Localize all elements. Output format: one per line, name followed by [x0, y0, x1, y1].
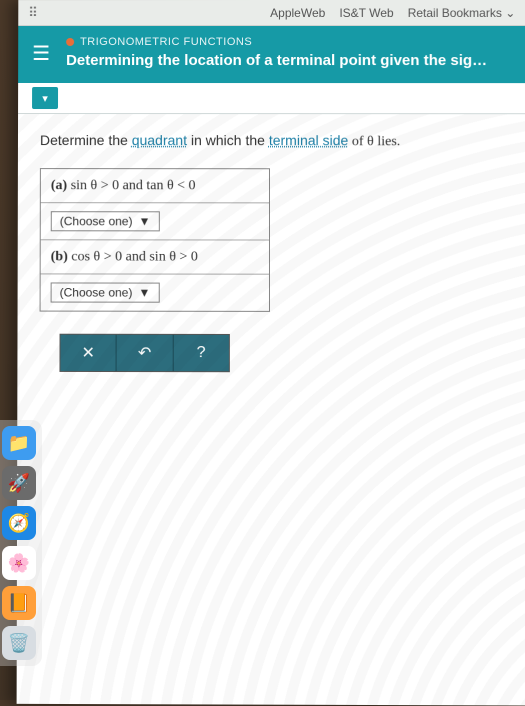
lesson-banner: ☰ TRIGONOMETRIC FUNCTIONS Determining th…: [18, 26, 525, 83]
part-b-expression: cos θ > 0 and sin θ > 0: [71, 249, 198, 264]
prompt-text: in which the: [187, 132, 269, 148]
breadcrumb: TRIGONOMETRIC FUNCTIONS: [66, 36, 511, 48]
lesson-title: Determining the location of a terminal p…: [66, 52, 511, 69]
part-a-select[interactable]: (Choose one) ▼: [51, 211, 160, 231]
bookmark-retail[interactable]: Retail Bookmarks ⌄: [408, 5, 516, 19]
mac-dock: 📁 🚀 🧭 🌸 📙 🗑️: [0, 420, 42, 666]
dock-trash-icon[interactable]: 🗑️: [2, 626, 36, 660]
menu-icon[interactable]: ☰: [32, 44, 50, 64]
bookmark-appleweb[interactable]: AppleWeb: [270, 5, 325, 19]
part-b-select[interactable]: (Choose one) ▼: [51, 282, 160, 302]
part-a-expr: (a) sin θ > 0 and tan θ < 0: [41, 169, 269, 203]
breadcrumb-label: TRIGONOMETRIC FUNCTIONS: [80, 36, 252, 48]
dock-books-icon[interactable]: 📙: [2, 586, 36, 620]
dock-finder-icon[interactable]: 📁: [2, 426, 36, 460]
bullet-icon: [66, 38, 74, 46]
help-button[interactable]: ?: [173, 335, 229, 371]
clear-button[interactable]: ✕: [60, 335, 116, 371]
prompt-text: Determine the: [40, 132, 132, 148]
dock-launchpad-icon[interactable]: 🚀: [2, 466, 36, 500]
prompt-text: of θ lies.: [348, 134, 400, 149]
browser-toolbar: ⠿ AppleWeb IS&T Web Retail Bookmarks ⌄: [18, 0, 525, 26]
link-terminal-side[interactable]: terminal side: [269, 132, 349, 148]
chevron-down-icon: ⌄: [505, 5, 515, 19]
action-buttons: ✕ ↶ ?: [59, 334, 229, 372]
apps-grid-icon[interactable]: ⠿: [28, 5, 38, 21]
question-content: Determine the quadrant in which the term…: [17, 114, 525, 706]
dock-safari-icon[interactable]: 🧭: [2, 506, 36, 540]
bookmark-istweb[interactable]: IS&T Web: [339, 5, 393, 19]
part-b-expr: (b) cos θ > 0 and sin θ > 0: [41, 240, 269, 274]
undo-button[interactable]: ↶: [117, 335, 173, 371]
link-quadrant[interactable]: quadrant: [132, 132, 187, 148]
part-b-select-label: (Choose one): [60, 285, 133, 299]
flag-button[interactable]: ▾: [32, 87, 58, 109]
part-a-select-label: (Choose one): [60, 214, 133, 228]
question-prompt: Determine the quadrant in which the term…: [40, 132, 504, 150]
browser-window: ⠿ AppleWeb IS&T Web Retail Bookmarks ⌄ ☰…: [17, 0, 525, 706]
chevron-down-icon: ▼: [138, 286, 150, 300]
part-b-select-cell: (Choose one) ▼: [41, 274, 269, 310]
part-a-label: (a): [51, 178, 67, 193]
chevron-down-icon: ▼: [139, 214, 151, 228]
answer-box: (a) sin θ > 0 and tan θ < 0 (Choose one)…: [40, 168, 270, 312]
subtoolbar: ▾: [18, 83, 525, 114]
bookmark-retail-label: Retail Bookmarks: [408, 5, 502, 19]
dock-photos-icon[interactable]: 🌸: [2, 546, 36, 580]
part-b-label: (b): [51, 249, 68, 264]
part-a-select-cell: (Choose one) ▼: [41, 203, 269, 240]
part-a-expression: sin θ > 0 and tan θ < 0: [71, 178, 196, 193]
